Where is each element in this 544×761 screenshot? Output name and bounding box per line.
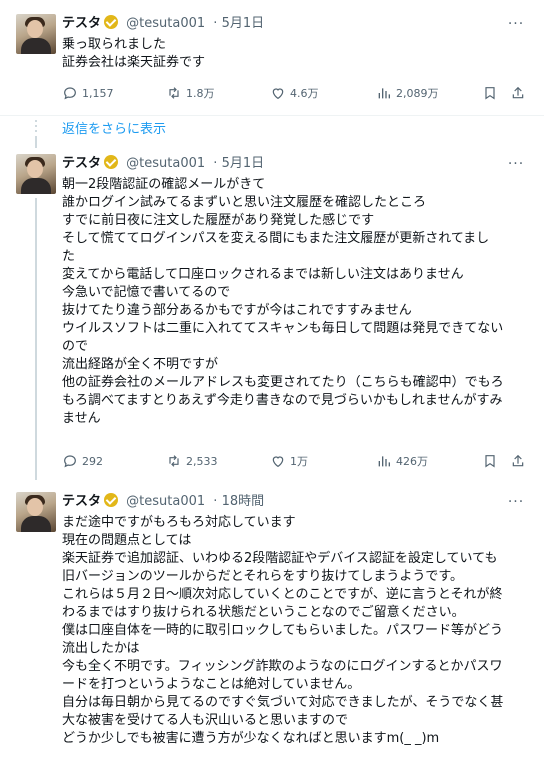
- reply-icon: [64, 455, 76, 468]
- views-icon: [378, 88, 390, 99]
- avatar[interactable]: [16, 492, 56, 532]
- show-more-replies-link[interactable]: 返信をさらに表示: [62, 120, 166, 140]
- thread-line: [35, 198, 37, 480]
- thread-line: [35, 136, 37, 148]
- tweet-text-line: 今急いで記憶で書いてるので: [62, 285, 231, 300]
- like-count: 1万: [290, 455, 308, 468]
- retweet-icon: [169, 455, 179, 467]
- more-options-icon[interactable]: ···: [506, 14, 526, 34]
- tweet-text-line: ので: [62, 339, 89, 354]
- author-name[interactable]: テスタ: [62, 156, 101, 171]
- reply-icon: [64, 87, 76, 100]
- bookmark-button[interactable]: [482, 452, 502, 472]
- tweet-text-line: 流出したかは: [62, 641, 140, 656]
- view-count: 2,089万: [396, 87, 439, 100]
- share-icon: [512, 86, 524, 99]
- tweet-text-line: 自分は毎日朝から見てるのですぐ気づいて対応できましたが、そうでなく甚: [62, 695, 504, 710]
- tweet-text-line: もろ調べてますとりあえず今走り書きなので見づらいかもしれませんがすみ: [62, 393, 503, 408]
- tweet-actions: 292 2,533 1万 426万: [62, 452, 532, 472]
- tweet-text-line: まだ途中ですがもろもろ対応しています: [62, 515, 296, 530]
- views-button[interactable]: 2,089万: [376, 84, 439, 104]
- bookmark-icon: [485, 87, 495, 100]
- tweet-text-line: 朝一2段階認証の確認メールがきて: [62, 177, 266, 192]
- author-handle[interactable]: @tesuta001: [126, 156, 205, 171]
- tweet-header: テスタ @tesuta001 · 18時間: [62, 493, 265, 509]
- views-button[interactable]: 426万: [376, 452, 428, 472]
- tweet-text-line: そして慌ててログインパスを変える間にもまた注文履歴が更新されてまし: [62, 231, 490, 246]
- retweet-button[interactable]: 1.8万: [166, 84, 215, 104]
- author-name[interactable]: テスタ: [62, 494, 101, 509]
- avatar[interactable]: [16, 154, 56, 194]
- tweet-text-line: どうか少しでも被害に遭う方が少なくなればと思いますm(_ _)m: [62, 731, 440, 746]
- reply-count: 1,157: [82, 87, 114, 100]
- tweet-text-line: 抜けてたり違う部分あるかもですが今はこれですすみません: [62, 303, 412, 318]
- tweet-actions: 1,157 1.8万 4.6万 2,089万: [62, 84, 532, 104]
- view-count: 426万: [396, 455, 428, 468]
- tweet-text-line: ません: [62, 411, 101, 426]
- tweet-text: 朝一2段階認証の確認メールがきて 誰かログイン試みてるまずいと思い注文履歴を確認…: [62, 176, 532, 428]
- tweet-text-line: 大な被害を受けてる人も沢山いると思いますので: [62, 713, 349, 728]
- tweet-text-line: わるまではすり抜けられる状態だということなのでご留意ください。: [62, 605, 465, 620]
- retweet-count: 1.8万: [186, 87, 215, 100]
- share-button[interactable]: [510, 84, 530, 104]
- retweet-button[interactable]: 2,533: [166, 452, 218, 472]
- more-options-icon[interactable]: ···: [506, 154, 526, 174]
- tweet-text-line: ードを打つというようなことは絶対していません。: [62, 677, 361, 692]
- tweet-text-line: 証券会社は楽天証券です: [62, 55, 206, 70]
- reply-count: 292: [82, 455, 103, 468]
- tweet-text-line: 誰かログイン試みてるまずいと思い注文履歴を確認したところ: [62, 195, 427, 210]
- author-name[interactable]: テスタ: [62, 16, 101, 31]
- tweet-text-line: 楽天証券で追加認証、いわゆる2段階認証やデバイス認証を設定していても: [62, 551, 498, 566]
- like-button[interactable]: 1万: [270, 452, 308, 472]
- verified-badge-icon: [104, 155, 119, 169]
- reply-button[interactable]: 292: [62, 452, 103, 472]
- tweet-text-line: 今も全く不明です。フィッシング詐欺のようなのにログインするとかパスワ: [62, 659, 503, 674]
- tweet-time[interactable]: 5月1日: [222, 156, 265, 171]
- author-handle[interactable]: @tesuta001: [126, 494, 205, 509]
- tweet-text-line: これらは５月２日～順次対応していくとのことですが、逆に言うとそれが終: [62, 587, 503, 602]
- views-icon: [378, 456, 390, 467]
- heart-icon: [272, 88, 284, 100]
- bookmark-icon: [485, 455, 495, 468]
- avatar[interactable]: [16, 14, 56, 54]
- tweet-text-line: 乗っ取られました: [62, 37, 167, 52]
- tweet-text: 乗っ取られました 証券会社は楽天証券です: [62, 36, 532, 72]
- tweet-text-line: た: [62, 249, 76, 264]
- heart-icon: [272, 456, 284, 468]
- more-options-icon[interactable]: ···: [506, 492, 526, 512]
- tweet-time[interactable]: 18時間: [222, 494, 265, 509]
- like-count: 4.6万: [290, 87, 319, 100]
- tweet-text-line: 他の証券会社のメールアドレスも変更されてたり（こちらも確認中）でもろ: [62, 375, 504, 390]
- tweet-header: テスタ @tesuta001 · 5月1日: [62, 15, 265, 31]
- tweet-text-line: 旧バージョンのツールからだとそれらをすり抜けてしまうようです。: [62, 569, 464, 584]
- thread-dots: [35, 120, 37, 135]
- retweet-icon: [169, 87, 179, 99]
- tweet-text-line: すでに前日夜に注文した履歴があり発覚した感じです: [62, 213, 375, 228]
- tweet-header: テスタ @tesuta001 · 5月1日: [62, 155, 265, 171]
- bookmark-button[interactable]: [482, 84, 502, 104]
- tweet-text: まだ途中ですがもろもろ対応しています 現在の問題点としては 楽天証券で追加認証、…: [62, 514, 532, 748]
- share-button[interactable]: [510, 452, 530, 472]
- verified-badge-icon: [104, 493, 119, 507]
- tweet-text-line: 変えてから電話して口座ロックされるまでは新しい注文はありません: [62, 267, 464, 282]
- reply-button[interactable]: 1,157: [62, 84, 114, 104]
- tweet-text-line: ウイルスソフトは二重に入れててスキャンも毎日して問題は発見できてない: [62, 321, 504, 336]
- verified-badge-icon: [104, 15, 119, 29]
- tweet-text-line: 現在の問題点としては: [62, 533, 192, 548]
- tweet-time[interactable]: 5月1日: [222, 16, 265, 31]
- retweet-count: 2,533: [186, 455, 218, 468]
- like-button[interactable]: 4.6万: [270, 84, 319, 104]
- author-handle[interactable]: @tesuta001: [126, 16, 205, 31]
- share-icon: [512, 454, 524, 467]
- tweet-text-line: 僕は口座自体を一時的に取引ロックしてもらいました。パスワード等がどう: [62, 623, 503, 638]
- divider: [0, 115, 544, 116]
- tweet-text-line: 流出経路が全く不明ですが: [62, 357, 219, 372]
